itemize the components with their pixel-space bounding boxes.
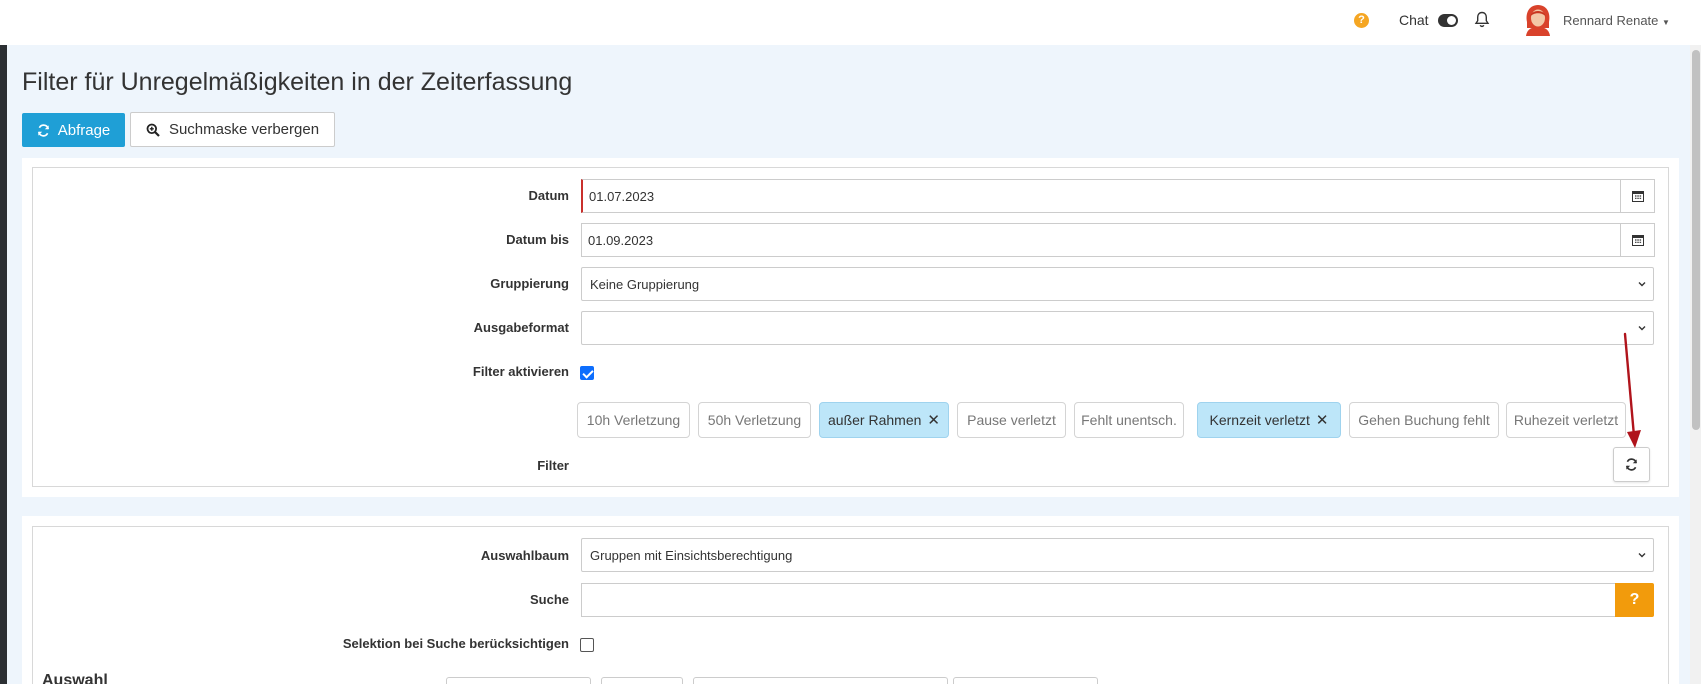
help-icon[interactable]: ?	[1354, 13, 1369, 28]
date-to-field[interactable]: 01.09.2023	[581, 223, 1621, 257]
chip-label: 10h Verletzung	[586, 412, 681, 428]
filter-chip[interactable]: 10h Verletzung	[577, 402, 690, 438]
bell-icon[interactable]	[1474, 11, 1490, 29]
tree-value: Gruppen mit Einsichtsberechtigung	[590, 547, 793, 563]
filter-chip-active[interactable]: außer Rahmen ✕	[819, 402, 949, 438]
chip-label: 50h Verletzung	[707, 412, 802, 428]
activate-filter-checkbox[interactable]	[580, 366, 594, 380]
close-icon[interactable]: ✕	[1316, 411, 1329, 429]
question-icon: ?	[1629, 591, 1640, 608]
query-button-label: Abfrage	[57, 121, 111, 139]
close-icon[interactable]: ✕	[927, 411, 940, 429]
calendar-icon	[1631, 235, 1644, 246]
chip-label: Pause verletzt	[967, 412, 1056, 428]
tree-label: Auswahlbaum	[480, 548, 569, 563]
left-sidebar-edge	[0, 45, 7, 684]
refresh-icon	[1626, 458, 1637, 471]
filter-chip[interactable]: 50h Verletzung	[698, 402, 811, 438]
chevron-down-icon	[1638, 282, 1646, 287]
auswahl-title: Auswahl	[42, 672, 108, 684]
auswahl-control[interactable]	[446, 677, 591, 684]
date-to-value: 01.09.2023	[588, 232, 654, 248]
grouping-select[interactable]: Keine Gruppierung	[581, 267, 1654, 301]
auswahl-control[interactable]	[601, 677, 683, 684]
avatar[interactable]	[1524, 4, 1552, 36]
hide-search-label: Suchmaske verbergen	[168, 121, 320, 138]
calendar-icon	[1631, 191, 1644, 202]
filter-chip[interactable]: Fehlt unentsch.	[1074, 402, 1184, 438]
scrollbar-thumb[interactable]	[1692, 50, 1700, 430]
auswahl-control[interactable]	[693, 677, 948, 684]
refresh-icon	[37, 123, 49, 137]
top-navbar: ? Chat Rennard Renate ▼	[0, 0, 1701, 45]
date-label: Datum	[528, 188, 569, 203]
date-to-label: Datum bis	[506, 232, 569, 247]
consider-selection-label: Selektion bei Suche berücksichtigen	[342, 636, 569, 651]
output-format-select[interactable]	[581, 311, 1654, 345]
chip-label: Kernzeit verletzt	[1209, 412, 1310, 428]
filter-chip[interactable]: Gehen Buchung fehlt	[1349, 402, 1499, 438]
search-help-button[interactable]: ?	[1615, 583, 1654, 617]
chip-label: Gehen Buchung fehlt	[1358, 412, 1490, 428]
grouping-value: Keine Gruppierung	[590, 276, 700, 292]
chip-label: außer Rahmen	[828, 412, 922, 428]
filter-chip[interactable]: Pause verletzt	[957, 402, 1066, 438]
date-field[interactable]: 01.07.2023	[581, 179, 1621, 213]
date-to-calendar-button[interactable]	[1620, 223, 1655, 257]
search-input[interactable]	[581, 583, 1616, 617]
caret-down-icon: ▼	[1662, 18, 1670, 27]
user-name: Rennard Renate	[1563, 13, 1659, 28]
date-calendar-button[interactable]	[1620, 179, 1655, 213]
chat-toggle[interactable]	[1438, 14, 1458, 27]
consider-selection-checkbox[interactable]	[580, 638, 594, 652]
auswahl-control[interactable]	[953, 677, 1098, 684]
output-format-label: Ausgabeformat	[473, 320, 569, 335]
tree-select[interactable]: Gruppen mit Einsichtsberechtigung	[581, 538, 1654, 572]
chevron-down-icon	[1638, 553, 1646, 558]
chat-label: Chat	[1399, 12, 1429, 28]
chip-label: Fehlt unentsch.	[1081, 412, 1177, 428]
query-button[interactable]: Abfrage	[22, 113, 125, 147]
chip-label: Ruhezeit verletzt	[1513, 412, 1619, 428]
filter-chip-active[interactable]: Kernzeit verletzt ✕	[1197, 402, 1341, 438]
date-value: 01.07.2023	[589, 188, 655, 204]
search-label: Suche	[529, 592, 569, 607]
filter-label: Filter	[537, 458, 569, 473]
user-menu[interactable]: Rennard Renate ▼	[1563, 13, 1670, 28]
activate-filter-label: Filter aktivieren	[472, 364, 569, 379]
grouping-label: Gruppierung	[490, 276, 569, 291]
annotation-arrow	[1623, 332, 1641, 448]
zoom-icon	[146, 123, 160, 137]
filter-chip[interactable]: Ruhezeit verletzt	[1506, 402, 1626, 438]
page-title: Filter für Unregelmäßigkeiten in der Zei…	[22, 68, 573, 96]
hide-search-button[interactable]: Suchmaske verbergen	[130, 112, 335, 147]
